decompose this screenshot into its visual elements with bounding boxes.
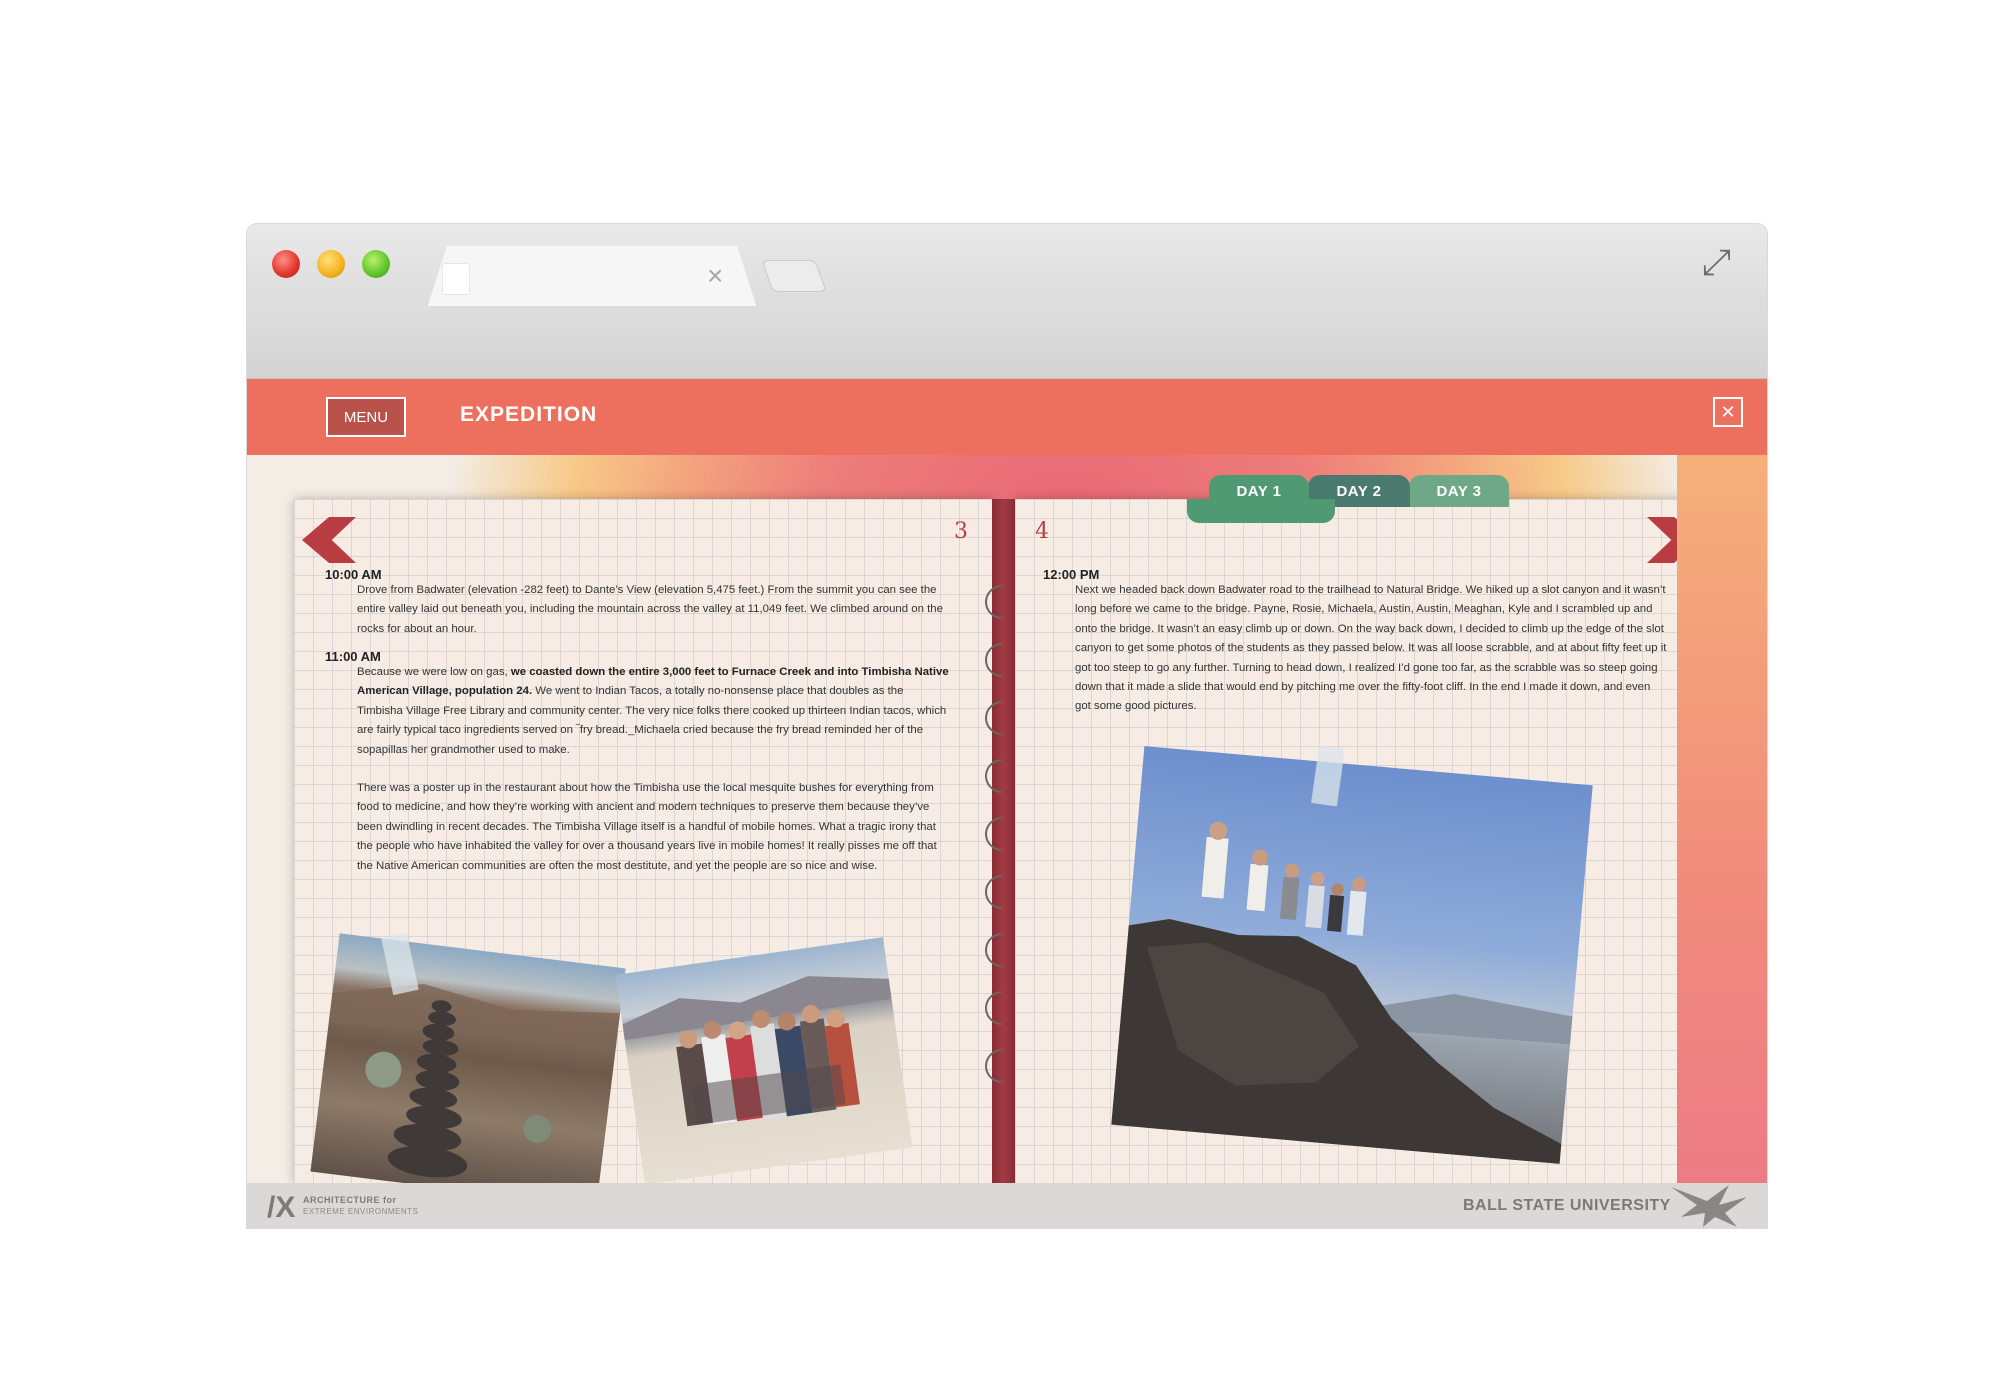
cardinal-logo-icon — [1667, 1183, 1751, 1228]
active-tab-indicator — [1187, 499, 1335, 523]
close-icon[interactable]: ✕ — [1713, 397, 1743, 427]
page-title: EXPEDITION — [460, 403, 598, 426]
minimize-window-button[interactable] — [317, 250, 345, 278]
app-header: MENU EXPEDITION ✕ — [247, 379, 1767, 455]
journal-area: DAY 1 DAY 2 DAY 3 3 4 10:00 AM Drove fro… — [247, 455, 1767, 1183]
tab-close-icon[interactable]: × — [707, 262, 723, 290]
summit-photo — [1111, 746, 1593, 1164]
architecture-logo-text: ARCHITECTURE for — [303, 1195, 397, 1205]
entry-text-part: Because we were low on gas, — [357, 666, 511, 678]
entry-text: Drove from Badwater (elevation -282 feet… — [357, 584, 943, 635]
menu-button[interactable]: MENU — [326, 397, 406, 437]
entry-text: Next we headed back down Badwater road t… — [1075, 584, 1667, 713]
zoom-window-button[interactable] — [362, 250, 390, 278]
entry-time: 11:00 AM — [325, 649, 381, 664]
entry-time: 10:00 AM — [325, 567, 382, 582]
entry-time: 12:00 PM — [1043, 567, 1100, 582]
fullscreen-icon[interactable]: ⤢ — [1702, 244, 1731, 280]
browser-tab-bar: × ⤢ — [247, 224, 1767, 308]
tab-day-3[interactable]: DAY 3 — [1409, 475, 1509, 507]
footer-bar: /X ARCHITECTURE for EXTREME ENVIRONMENTS… — [247, 1183, 1767, 1228]
page-number-left: 3 — [954, 519, 968, 544]
architecture-logo: /X — [267, 1191, 296, 1224]
browser-window: × ⤢ MENU EXPEDITION ✕ DAY 1 DAY 2 DAY 3 — [247, 224, 1767, 1228]
close-window-button[interactable] — [272, 250, 300, 278]
entry-text: There was a poster up in the restaurant … — [357, 782, 937, 872]
page-icon — [443, 264, 469, 294]
browser-toolbar — [247, 306, 1767, 448]
page-number-right: 4 — [1035, 519, 1049, 544]
entry-text: Because we were low on gas, we coasted d… — [357, 663, 949, 760]
group-photo — [615, 937, 913, 1183]
new-tab-button[interactable] — [761, 260, 827, 292]
university-name: BALL STATE UNIVERSITY — [1463, 1197, 1671, 1214]
architecture-logo-subtext: EXTREME ENVIRONMENTS — [303, 1207, 419, 1216]
cairn-photo — [310, 933, 626, 1183]
